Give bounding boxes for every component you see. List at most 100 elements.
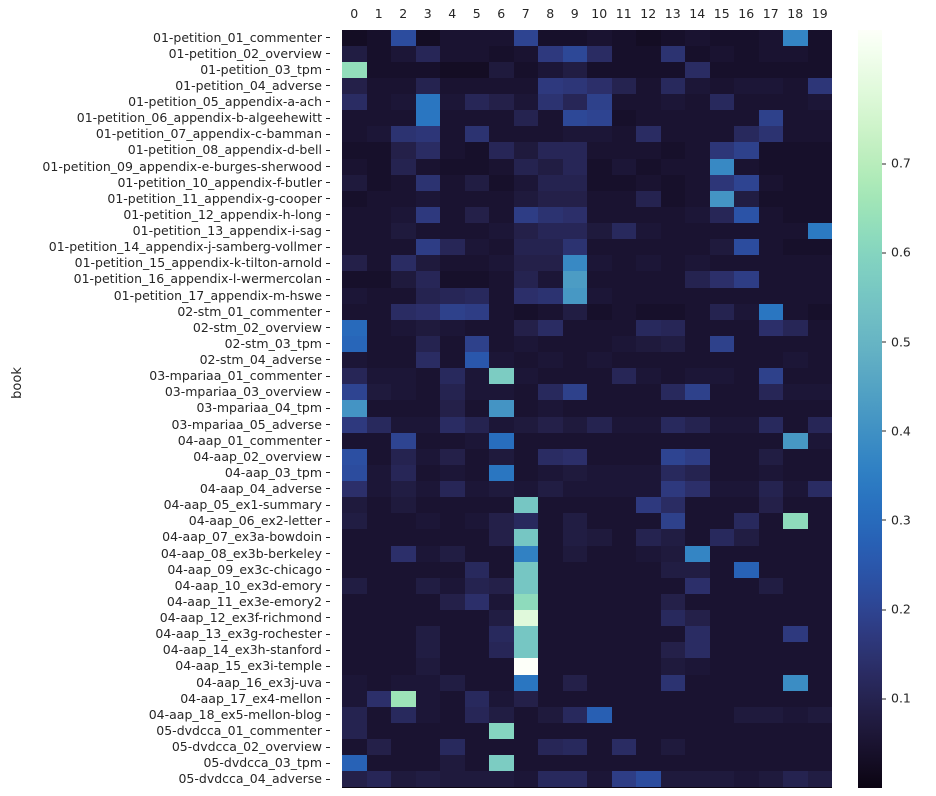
heatmap-cell — [489, 142, 514, 159]
heatmap-cell — [734, 77, 759, 94]
heatmap-cell — [636, 287, 661, 304]
heatmap-cell — [464, 432, 489, 449]
heatmap-cell — [489, 319, 514, 336]
heatmap-cell — [685, 690, 710, 707]
heatmap-cell — [685, 45, 710, 62]
heatmap-cell — [415, 126, 440, 143]
heatmap-cell — [587, 126, 612, 143]
heatmap-cell — [807, 368, 832, 385]
y-tick-label: 04-aap_18_ex5-mellon-blog — [0, 707, 330, 723]
heatmap-cell — [758, 706, 783, 723]
heatmap-cell — [685, 448, 710, 465]
heatmap-cell — [440, 206, 465, 224]
heatmap-cell — [587, 610, 612, 627]
heatmap-cell — [734, 335, 759, 353]
y-tick-label: 01-petition_05_appendix-a-ach — [0, 94, 330, 110]
heatmap-cell — [562, 94, 587, 111]
heatmap-cell — [636, 739, 661, 756]
heatmap-cell — [366, 190, 391, 207]
heatmap-cell — [611, 722, 636, 740]
y-tick-label: 05-dvdcca_04_adverse — [0, 771, 330, 787]
heatmap-cell — [513, 771, 538, 788]
heatmap-cell — [807, 771, 832, 788]
heatmap-cell — [758, 61, 783, 78]
heatmap-cell — [734, 400, 759, 417]
x-tick-label: 18 — [787, 6, 804, 21]
heatmap-cell — [415, 319, 440, 336]
heatmap-cell — [513, 577, 538, 594]
heatmap-cell — [342, 416, 367, 433]
heatmap-cell — [391, 29, 416, 46]
heatmap-cell — [538, 448, 563, 465]
heatmap-cell — [440, 352, 465, 369]
heatmap-cell — [783, 464, 808, 482]
heatmap-cell — [391, 352, 416, 369]
heatmap-cell — [758, 352, 783, 369]
heatmap-cell — [611, 223, 636, 240]
heatmap-cell — [415, 593, 440, 611]
heatmap-cell — [587, 255, 612, 272]
heatmap-cell — [685, 464, 710, 482]
heatmap-cell — [611, 190, 636, 207]
heatmap-cell — [366, 45, 391, 62]
heatmap-cell — [513, 626, 538, 643]
x-tick-label: 17 — [762, 6, 779, 21]
heatmap-cell — [538, 45, 563, 62]
heatmap-cell — [685, 29, 710, 46]
heatmap-cell — [366, 352, 391, 369]
heatmap-cell — [611, 174, 636, 191]
heatmap-cell — [513, 593, 538, 611]
heatmap-cell — [709, 368, 734, 385]
heatmap-cell — [660, 610, 685, 627]
heatmap-cell — [513, 513, 538, 530]
heatmap-cell — [783, 690, 808, 707]
heatmap-cell — [440, 29, 465, 46]
y-tick-label: 04-aap_04_adverse — [0, 481, 330, 497]
heatmap-cell — [660, 432, 685, 449]
heatmap-cell — [562, 110, 587, 127]
heatmap-cell — [636, 432, 661, 449]
heatmap-cell — [734, 223, 759, 240]
heatmap-cell — [391, 174, 416, 191]
colorbar-tick-label: 0.3 — [882, 512, 911, 527]
heatmap-cell — [464, 755, 489, 772]
heatmap-cell — [807, 432, 832, 449]
heatmap-cell — [440, 45, 465, 62]
heatmap-cell — [636, 690, 661, 707]
heatmap-cell — [758, 690, 783, 707]
heatmap-cell — [513, 45, 538, 62]
heatmap-cell — [685, 610, 710, 627]
heatmap-cell — [709, 384, 734, 401]
heatmap-cell — [636, 319, 661, 336]
heatmap-cell — [342, 577, 367, 594]
heatmap-cell — [440, 335, 465, 353]
heatmap-cell — [636, 352, 661, 369]
heatmap-cell — [366, 29, 391, 46]
heatmap-cell — [415, 352, 440, 369]
heatmap-cell — [513, 303, 538, 320]
heatmap-cell — [734, 271, 759, 288]
heatmap-cell — [513, 29, 538, 46]
y-tick-label: 01-petition_06_appendix-b-algeehewitt — [0, 110, 330, 126]
heatmap-cell — [513, 352, 538, 369]
heatmap-cell — [636, 626, 661, 643]
heatmap-cell — [660, 771, 685, 788]
heatmap-cell — [611, 658, 636, 675]
heatmap-cell — [415, 464, 440, 482]
heatmap-cell — [562, 497, 587, 514]
heatmap-cell — [562, 416, 587, 433]
heatmap-cell — [538, 577, 563, 594]
heatmap-cell — [415, 545, 440, 562]
heatmap-cell — [758, 642, 783, 659]
heatmap-cell — [391, 126, 416, 143]
heatmap-cell — [660, 29, 685, 46]
y-tick-label: 05-dvdcca_02_overview — [0, 739, 330, 755]
heatmap-cell — [611, 448, 636, 465]
heatmap-cell — [366, 722, 391, 740]
heatmap-cell — [783, 158, 808, 175]
heatmap-cell — [440, 513, 465, 530]
heatmap-cell — [391, 190, 416, 207]
heatmap-cell — [415, 335, 440, 353]
heatmap-cell — [709, 287, 734, 304]
heatmap-cell — [513, 77, 538, 94]
